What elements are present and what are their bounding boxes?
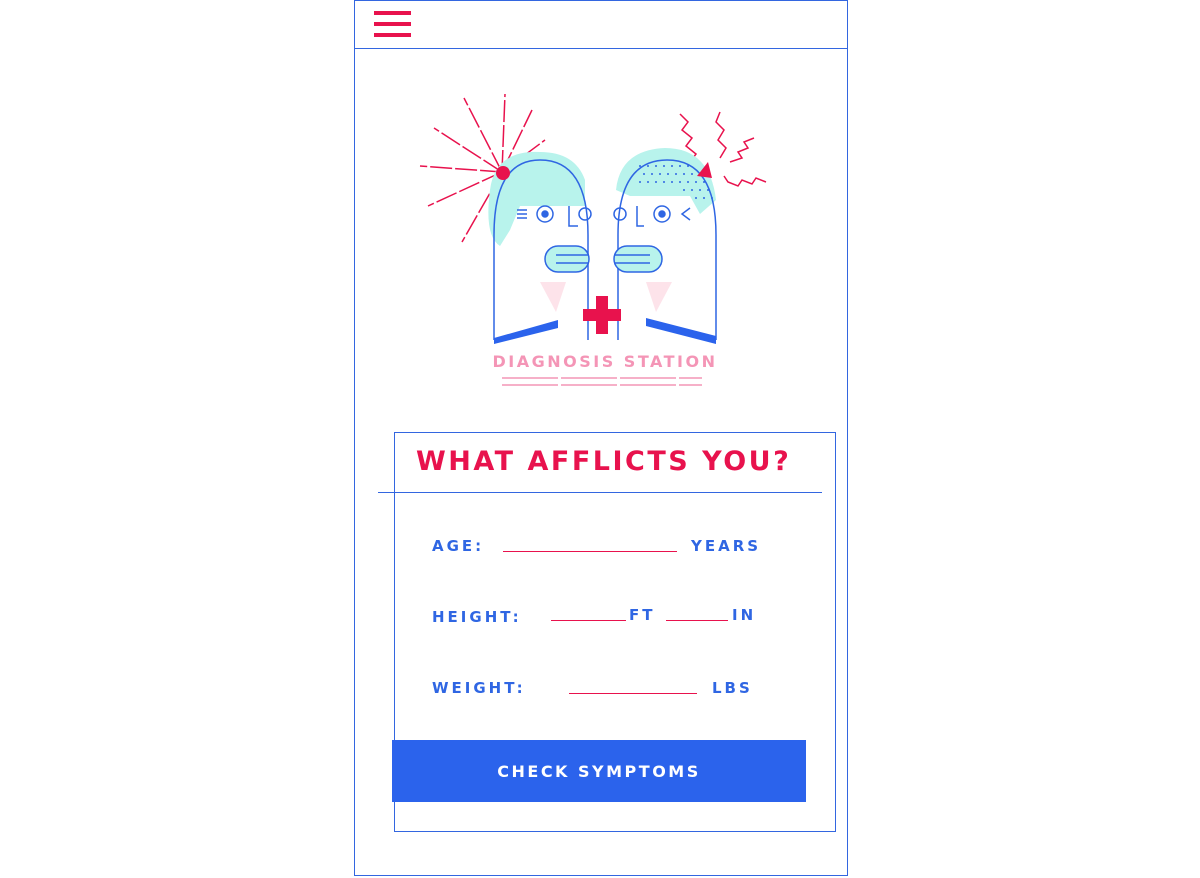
height-feet-unit: FT bbox=[629, 606, 656, 624]
top-bar bbox=[355, 1, 847, 49]
weight-label: WEIGHT: bbox=[432, 679, 526, 697]
station-title: DIAGNOSIS STATION bbox=[492, 352, 718, 371]
weight-input[interactable] bbox=[569, 673, 697, 694]
card-divider bbox=[378, 492, 822, 493]
form-title: WHAT AFFLICTS YOU? bbox=[416, 446, 792, 477]
height-label: HEIGHT: bbox=[432, 608, 522, 626]
age-label: AGE: bbox=[432, 537, 485, 555]
hamburger-menu-icon[interactable] bbox=[374, 10, 412, 40]
height-inches-input[interactable] bbox=[666, 600, 728, 621]
height-feet-input[interactable] bbox=[551, 600, 626, 621]
weight-unit: LBS bbox=[712, 679, 753, 697]
age-unit: YEARS bbox=[691, 537, 762, 555]
menu-line bbox=[374, 22, 411, 26]
menu-line bbox=[374, 33, 411, 37]
check-symptoms-button[interactable]: CHECK SYMPTOMS bbox=[392, 740, 806, 802]
height-inches-unit: IN bbox=[732, 606, 757, 624]
menu-line bbox=[374, 11, 411, 15]
age-input[interactable] bbox=[503, 531, 677, 552]
